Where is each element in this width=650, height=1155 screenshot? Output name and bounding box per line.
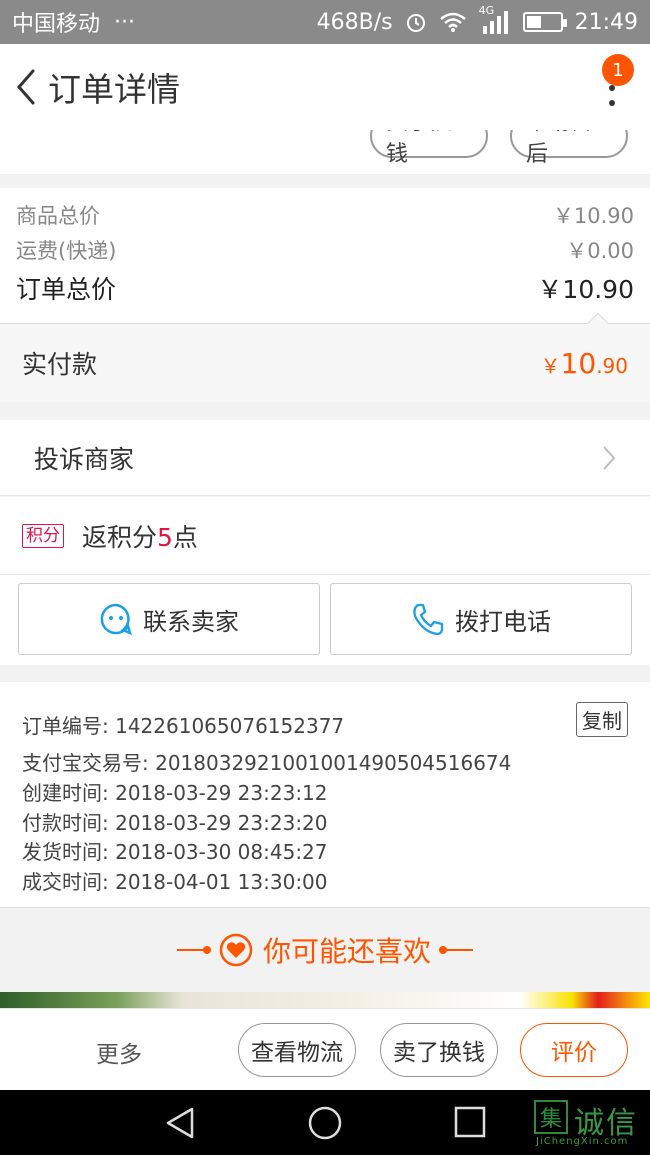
net-speed-label: 468B/s	[316, 9, 393, 35]
divider-right	[439, 946, 473, 954]
page-title: 订单详情	[48, 70, 180, 109]
alipay-trade-number: 支付宝交易号: 2018032921001001490504516674	[22, 751, 512, 775]
price-breakdown: 商品总价 ￥10.90 运费(快递) ￥0.00 订单总价 ￥10.90	[0, 188, 650, 336]
points-suffix: 点	[172, 522, 198, 552]
call-phone-label: 拨打电话	[455, 607, 551, 636]
order-total-value: ￥10.90	[537, 275, 634, 304]
top-action-strip: 卖了换钱 申请售后	[0, 130, 650, 174]
clock-label: 21:49	[574, 9, 638, 35]
paid-time: 付款时间: 2018-03-29 23:23:20	[22, 811, 328, 835]
nav-back-icon[interactable]	[164, 1106, 196, 1140]
chat-bubble-icon	[100, 603, 132, 636]
review-button[interactable]: 评价	[520, 1023, 628, 1077]
bottom-action-bar: 更多 查看物流 卖了换钱 评价	[0, 1008, 650, 1090]
phone-icon	[413, 603, 444, 636]
actual-paid-label: 实付款	[22, 350, 98, 379]
points-prefix: 返积分	[82, 522, 158, 552]
alarm-icon	[406, 14, 425, 32]
sell-for-cash-bottom-button[interactable]: 卖了换钱	[380, 1023, 498, 1077]
order-total-label: 订单总价	[16, 275, 117, 304]
points-text: 返积分5点	[82, 518, 198, 554]
nav-home-icon[interactable]	[308, 1106, 342, 1140]
points-tag: 积分	[22, 523, 64, 548]
points-row: 积分 返积分5点	[0, 497, 650, 575]
shipping-value: ￥0.00	[566, 239, 634, 263]
apply-aftersale-button[interactable]: 申请售后	[510, 130, 628, 167]
contact-seller-label: 联系卖家	[143, 607, 239, 636]
recommend-title: 你可能还喜欢	[262, 935, 431, 968]
contact-actions: 联系卖家 拨打电话	[0, 575, 650, 665]
divider-left	[176, 946, 211, 954]
nav-recents-icon[interactable]	[454, 1106, 486, 1138]
signal-icon: 4G	[479, 4, 511, 34]
notification-badge: 1	[602, 54, 634, 86]
sell-for-cash-button[interactable]: 卖了换钱	[370, 130, 488, 167]
order-number: 订单编号: 142261065076152377	[22, 714, 345, 738]
shipping-label: 运费(快递)	[16, 239, 117, 263]
shipped-time: 发货时间: 2018-03-30 08:45:27	[22, 840, 328, 864]
chevron-right-icon	[603, 445, 616, 470]
app-header: 订单详情 1	[0, 44, 650, 130]
watermark-url: JiChengXin.com	[536, 1136, 629, 1147]
heart-circle-icon	[219, 933, 253, 967]
wifi-icon	[439, 12, 466, 32]
carrier-label: 中国移动	[12, 12, 101, 37]
goods-total-value: ￥10.90	[552, 204, 634, 228]
paid-currency: ￥	[540, 353, 561, 378]
status-bar: 中国移动 ··· 468B/s 4G 21:49	[0, 0, 650, 44]
contact-seller-button[interactable]: 联系卖家	[18, 583, 320, 655]
paid-decimal: .90	[596, 353, 628, 378]
complain-merchant-row[interactable]: 投诉商家	[0, 420, 650, 496]
copy-button[interactable]: 复制	[576, 702, 628, 737]
watermark-box: 集	[534, 1100, 568, 1134]
order-info-section: 订单编号: 142261065076152377 复制 支付宝交易号: 2018…	[0, 682, 650, 908]
completed-time: 成交时间: 2018-04-01 13:30:00	[22, 870, 328, 894]
system-nav-bar: 集 诚信 JiChengXin.com	[0, 1090, 650, 1155]
complain-merchant-label: 投诉商家	[34, 444, 135, 474]
actual-paid-amount: ￥10.90	[541, 347, 628, 380]
created-time: 创建时间: 2018-03-29 23:23:12	[22, 781, 328, 805]
recommend-header: 你可能还喜欢	[0, 908, 650, 992]
status-dots: ···	[114, 9, 135, 35]
paid-integer: 10	[560, 346, 597, 380]
points-count: 5	[157, 522, 173, 552]
more-button[interactable]: 更多	[96, 1035, 142, 1069]
battery-icon	[522, 12, 567, 32]
recommend-images-peek	[0, 992, 650, 1008]
back-button[interactable]	[4, 57, 48, 117]
view-logistics-button[interactable]: 查看物流	[238, 1023, 356, 1077]
call-phone-button[interactable]: 拨打电话	[330, 583, 632, 655]
chevron-left-icon	[17, 69, 35, 105]
goods-total-label: 商品总价	[16, 204, 100, 228]
actual-paid-row: 实付款 ￥10.90	[0, 324, 650, 402]
watermark-logo: 集 诚信 JiChengXin.com	[534, 1098, 644, 1148]
